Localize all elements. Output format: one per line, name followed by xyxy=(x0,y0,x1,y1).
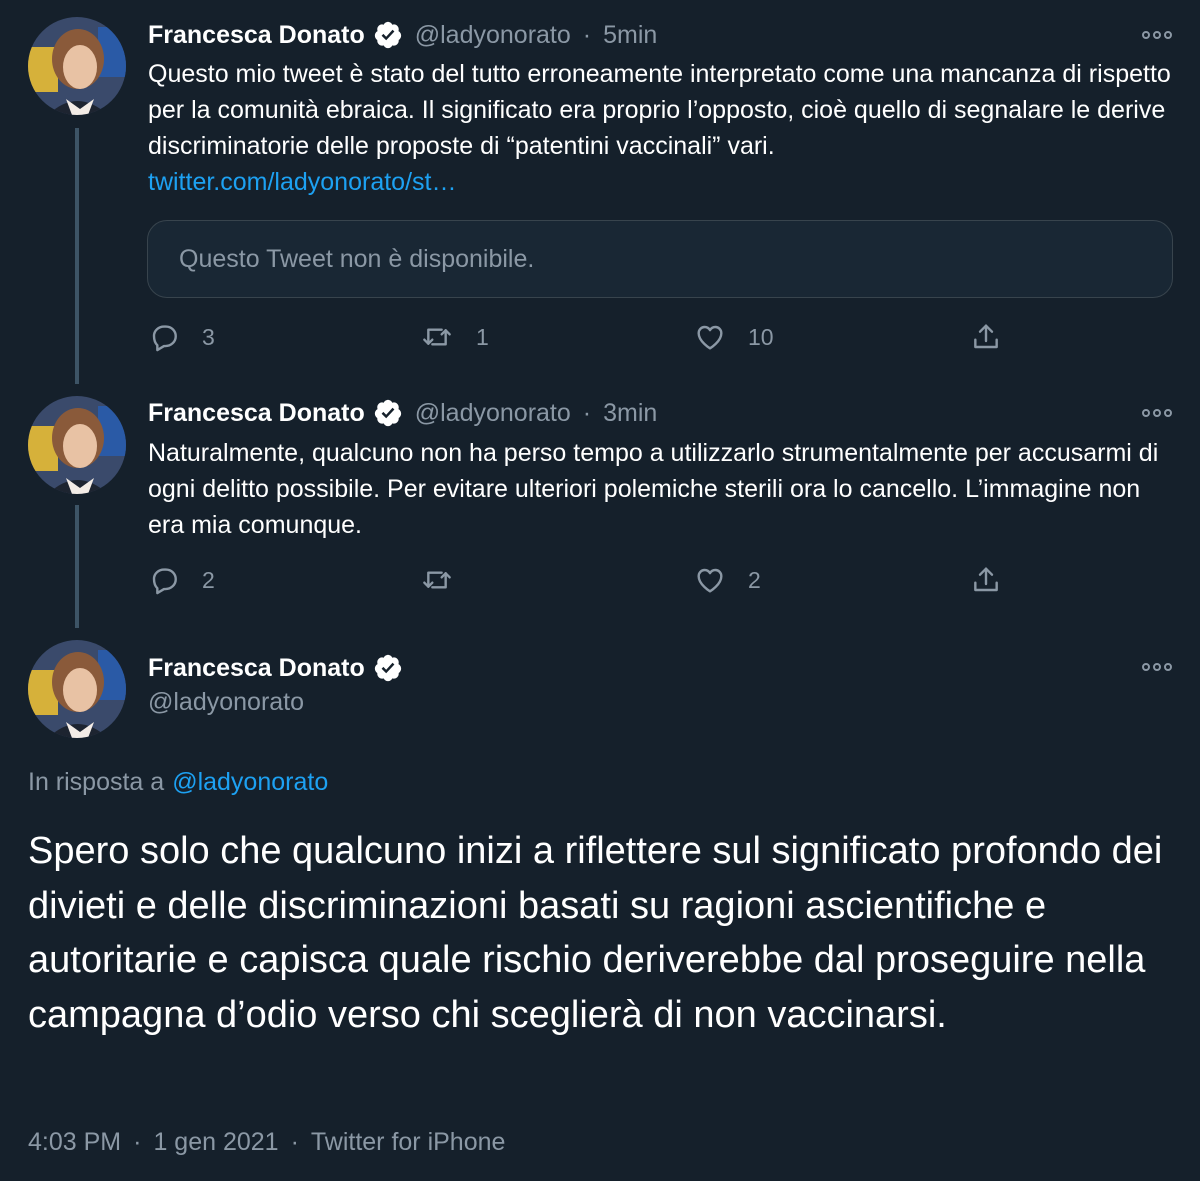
reply-count: 3 xyxy=(202,323,215,350)
tweet-meta: 4:03 PM · 1 gen 2021 · Twitter for iPhon… xyxy=(28,1128,505,1157)
thread-line xyxy=(75,505,79,628)
tweet-header: Francesca Donato xyxy=(148,648,403,688)
share-icon xyxy=(974,567,998,592)
like-count: 10 xyxy=(748,323,774,350)
share-button[interactable] xyxy=(970,564,1002,596)
reply-prefix: In risposta a xyxy=(28,768,165,796)
like-count: 2 xyxy=(748,566,761,593)
reply-icon xyxy=(152,568,177,595)
tweet-header: Francesca Donato @ladyonorato · 3min xyxy=(148,393,657,433)
avatar[interactable] xyxy=(28,640,126,738)
verified-badge-icon xyxy=(373,398,403,428)
avatar[interactable] xyxy=(28,396,126,494)
separator-dot: · xyxy=(290,1128,299,1156)
retweet-icon xyxy=(423,328,451,346)
reply-button[interactable]: 3 xyxy=(148,321,215,353)
tweet-text: Naturalmente, qualcuno non ha perso temp… xyxy=(148,435,1178,543)
separator-dot: · xyxy=(133,1128,142,1156)
tweet-text: Questo mio tweet è stato del tutto erron… xyxy=(148,56,1178,200)
tweet-link[interactable]: twitter.com/ladyonorato/st… xyxy=(148,164,1178,200)
tweet-source[interactable]: Twitter for iPhone xyxy=(311,1128,506,1157)
verified-badge-icon xyxy=(373,653,403,683)
like-icon xyxy=(697,325,723,350)
tweet-body: Naturalmente, qualcuno non ha perso temp… xyxy=(148,439,1159,539)
like-button[interactable]: 10 xyxy=(694,321,774,353)
reply-context: In risposta a @ladyonorato xyxy=(28,768,328,797)
quoted-tweet-unavailable-text: Questo Tweet non è disponibile. xyxy=(179,244,535,273)
retweet-button[interactable]: 1 xyxy=(420,321,489,353)
author-name[interactable]: Francesca Donato xyxy=(148,654,365,683)
author-handle[interactable]: @ladyonorato xyxy=(415,399,571,428)
retweet-icon xyxy=(423,571,451,589)
more-options-icon[interactable] xyxy=(1142,407,1172,419)
tweet-date[interactable]: 1 gen 2021 xyxy=(153,1128,278,1157)
like-button[interactable]: 2 xyxy=(694,564,761,596)
reply-count: 2 xyxy=(202,566,215,593)
avatar[interactable] xyxy=(28,17,126,115)
retweet-button[interactable] xyxy=(420,564,454,596)
retweet-count: 1 xyxy=(476,323,489,350)
quoted-tweet-card[interactable]: Questo Tweet non è disponibile. xyxy=(147,220,1173,298)
more-options-icon[interactable] xyxy=(1142,29,1172,41)
main-tweet-text: Spero solo che qualcuno inizi a riflette… xyxy=(28,830,1163,1036)
author-name[interactable]: Francesca Donato xyxy=(148,399,365,428)
share-button[interactable] xyxy=(970,321,1002,353)
thread-line xyxy=(75,128,79,384)
like-icon xyxy=(697,568,723,593)
tweet-time[interactable]: 5min xyxy=(603,21,657,50)
tweet-thread-page: Francesca Donato @ladyonorato · 5min Que… xyxy=(0,0,1200,1181)
more-options-icon[interactable] xyxy=(1142,661,1172,673)
share-icon xyxy=(974,324,998,349)
reply-icon xyxy=(152,325,177,352)
separator-dot: · xyxy=(582,20,592,49)
author-handle[interactable]: @ladyonorato xyxy=(148,688,304,717)
author-handle[interactable]: @ladyonorato xyxy=(415,21,571,50)
tweet-body: Questo mio tweet è stato del tutto erron… xyxy=(148,60,1171,160)
tweet-header: Francesca Donato @ladyonorato · 5min xyxy=(148,15,657,55)
author-name[interactable]: Francesca Donato xyxy=(148,21,365,50)
verified-badge-icon xyxy=(373,20,403,50)
reply-mention-link[interactable]: @ladyonorato xyxy=(172,768,328,796)
separator-dot: · xyxy=(582,398,592,427)
tweet-time[interactable]: 4:03 PM xyxy=(28,1128,121,1157)
tweet-time[interactable]: 3min xyxy=(603,399,657,428)
reply-button[interactable]: 2 xyxy=(148,564,215,596)
